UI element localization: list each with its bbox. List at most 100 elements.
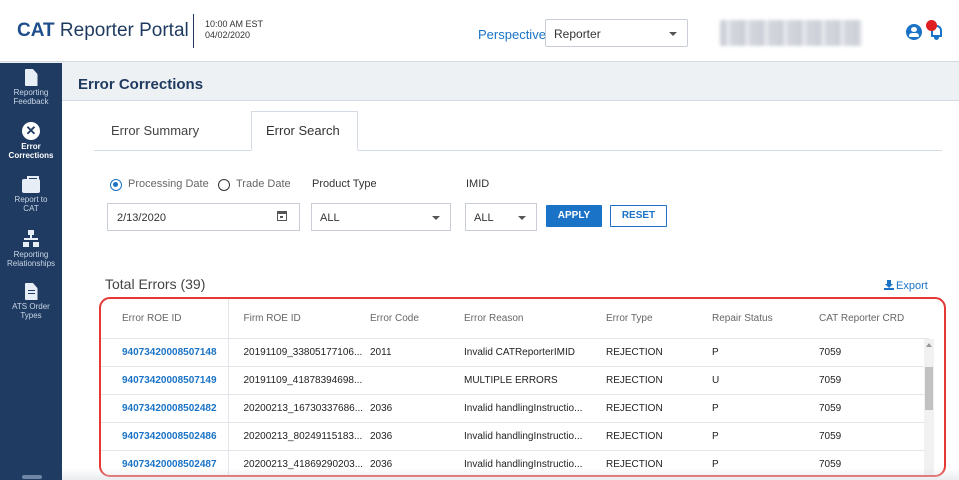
- product-type-select[interactable]: ALL: [311, 203, 451, 231]
- scroll-up-arrow-icon[interactable]: [926, 343, 932, 347]
- processing-date-input[interactable]: 2/13/2020: [107, 203, 300, 231]
- calendar-icon[interactable]: [277, 211, 287, 221]
- column-header-error-reason[interactable]: Error Reason: [464, 299, 606, 339]
- error-reason-cell: MULTIPLE ERRORS: [464, 366, 606, 395]
- page-title: Error Corrections: [78, 76, 204, 93]
- perspective-value: Reporter: [554, 27, 601, 41]
- cat-reporter-crd-cell: 7059: [819, 366, 929, 395]
- bell-icon[interactable]: [926, 20, 944, 42]
- page-header: Error Corrections: [62, 63, 959, 101]
- radio-trade-date[interactable]: [218, 179, 230, 191]
- firm-roe-id-cell: 20200213_80249115183...: [228, 422, 370, 451]
- sidebar-item-label: Reporting: [13, 250, 49, 259]
- scrollbar-thumb[interactable]: [925, 367, 933, 410]
- sidebar-item-reporting-feedback[interactable]: Reporting Feedback: [0, 69, 62, 106]
- firm-roe-id-cell: 20191109_33805177106...: [228, 338, 370, 367]
- app-window: CAT Reporter Portal 10:00 AM EST 04/02/2…: [0, 0, 959, 480]
- tab-bar: Error Summary Error Search: [94, 111, 942, 151]
- repair-status-cell: P: [712, 338, 819, 367]
- sidebar-item-label: Reporting: [13, 88, 49, 97]
- reset-button[interactable]: RESET: [610, 205, 667, 227]
- clock-time: 10:00 AM EST: [205, 19, 264, 29]
- close-circle-icon: ✕: [22, 122, 40, 140]
- firm-roe-id-cell: 20200213_16730337686...: [228, 394, 370, 423]
- sidebar-item-label: ATS Order: [12, 302, 50, 311]
- sidebar: Reporting Feedback ✕ Error Corrections R…: [0, 63, 62, 480]
- error-results-table: Error ROE ID Firm ROE ID Error Code Erro…: [99, 297, 946, 477]
- main-content: Error Summary Error Search Processing Da…: [62, 101, 959, 480]
- table-row[interactable]: 94073420008507148 20191109_33805177106..…: [101, 338, 929, 367]
- error-reason-cell: Invalid handlingInstructio...: [464, 394, 606, 423]
- screenshot-edge-fade: [62, 468, 959, 480]
- imid-label: IMID: [466, 178, 490, 190]
- column-header-cat-reporter-crd[interactable]: CAT Reporter CRD: [819, 299, 929, 339]
- imid-select[interactable]: ALL: [465, 203, 537, 231]
- column-header-firm-roe-id[interactable]: Firm ROE ID: [228, 299, 370, 339]
- total-errors-heading: Total Errors (39): [105, 276, 206, 292]
- chevron-down-icon: [432, 216, 440, 220]
- sidebar-item-label: Error: [21, 142, 41, 151]
- sidebar-item-label: Relationships: [6, 259, 56, 268]
- column-header-error-roe-id[interactable]: Error ROE ID: [101, 299, 229, 339]
- error-code-cell: 2011: [370, 338, 464, 367]
- error-roe-id-link[interactable]: 94073420008507149: [101, 366, 229, 395]
- error-code-cell: [370, 366, 464, 395]
- table-row[interactable]: 94073420008502482 20200213_16730337686..…: [101, 394, 929, 423]
- portal-title-bold: CAT: [17, 20, 55, 41]
- chevron-down-icon: [669, 32, 677, 36]
- error-code-cell: 2036: [370, 394, 464, 423]
- clock-date: 04/02/2020: [205, 30, 251, 40]
- chevron-down-icon: [518, 216, 526, 220]
- top-bar: CAT Reporter Portal 10:00 AM EST 04/02/2…: [0, 0, 959, 62]
- column-header-error-type[interactable]: Error Type: [606, 299, 712, 339]
- cat-reporter-crd-cell: 7059: [819, 394, 929, 423]
- perspective-label: Perspective: [478, 27, 546, 42]
- error-type-cell: REJECTION: [606, 394, 712, 423]
- apply-button[interactable]: APPLY: [546, 205, 602, 227]
- user-circle-icon[interactable]: [906, 24, 922, 40]
- document-icon: [24, 69, 38, 86]
- column-header-repair-status[interactable]: Repair Status: [712, 299, 819, 339]
- tab-error-summary[interactable]: Error Summary: [111, 123, 199, 138]
- portal-title-rest: Reporter Portal: [54, 20, 189, 41]
- notification-dot: [926, 20, 937, 31]
- repair-status-cell: U: [712, 366, 819, 395]
- error-reason-cell: Invalid handlingInstructio...: [464, 422, 606, 451]
- export-label: Export: [896, 280, 928, 292]
- sidebar-item-label: CAT: [23, 204, 39, 213]
- sidebar-item-ats-order-types[interactable]: ATS Order Types: [0, 283, 62, 320]
- column-header-error-code[interactable]: Error Code: [370, 299, 464, 339]
- table-row[interactable]: 94073420008502486 20200213_80249115183..…: [101, 422, 929, 451]
- brand-divider: [193, 14, 194, 48]
- radio-processing-date[interactable]: [110, 179, 122, 191]
- sidebar-item-reporting-relationships[interactable]: Reporting Relationships: [0, 230, 62, 268]
- date-value: 2/13/2020: [117, 212, 166, 224]
- sidebar-item-error-corrections[interactable]: ✕ Error Corrections: [0, 122, 62, 160]
- error-roe-id-link[interactable]: 94073420008502486: [101, 422, 229, 451]
- error-reason-cell: Invalid CATReporterIMID: [464, 338, 606, 367]
- repair-status-cell: P: [712, 422, 819, 451]
- repair-status-cell: P: [712, 394, 819, 423]
- error-code-cell: 2036: [370, 422, 464, 451]
- clock: 10:00 AM EST 04/02/2020: [205, 19, 263, 41]
- export-link[interactable]: Export: [884, 280, 928, 292]
- error-roe-id-link[interactable]: 94073420008502482: [101, 394, 229, 423]
- sidebar-collapse-handle[interactable]: [22, 475, 42, 479]
- bell-clapper: [934, 37, 939, 40]
- portal-title[interactable]: CAT Reporter Portal: [17, 20, 189, 42]
- product-type-value: ALL: [320, 212, 340, 224]
- results-grid: Error ROE ID Firm ROE ID Error Code Erro…: [101, 299, 929, 475]
- table-scrollbar[interactable]: [924, 339, 934, 475]
- perspective-select[interactable]: Reporter: [545, 19, 688, 47]
- radio-processing-date-label[interactable]: Processing Date: [128, 178, 209, 190]
- radio-trade-date-label[interactable]: Trade Date: [236, 178, 291, 190]
- download-icon: [884, 280, 894, 290]
- tab-error-search[interactable]: Error Search: [266, 123, 340, 138]
- table-header-row: Error ROE ID Firm ROE ID Error Code Erro…: [101, 299, 929, 339]
- sidebar-item-label: Report to: [14, 195, 48, 204]
- network-icon: [22, 230, 40, 248]
- table-row[interactable]: 94073420008507149 20191109_41878394698..…: [101, 366, 929, 395]
- sidebar-item-report-to-cat[interactable]: Report to CAT: [0, 176, 62, 213]
- error-roe-id-link[interactable]: 94073420008507148: [101, 338, 229, 367]
- sidebar-item-label: Feedback: [13, 97, 49, 106]
